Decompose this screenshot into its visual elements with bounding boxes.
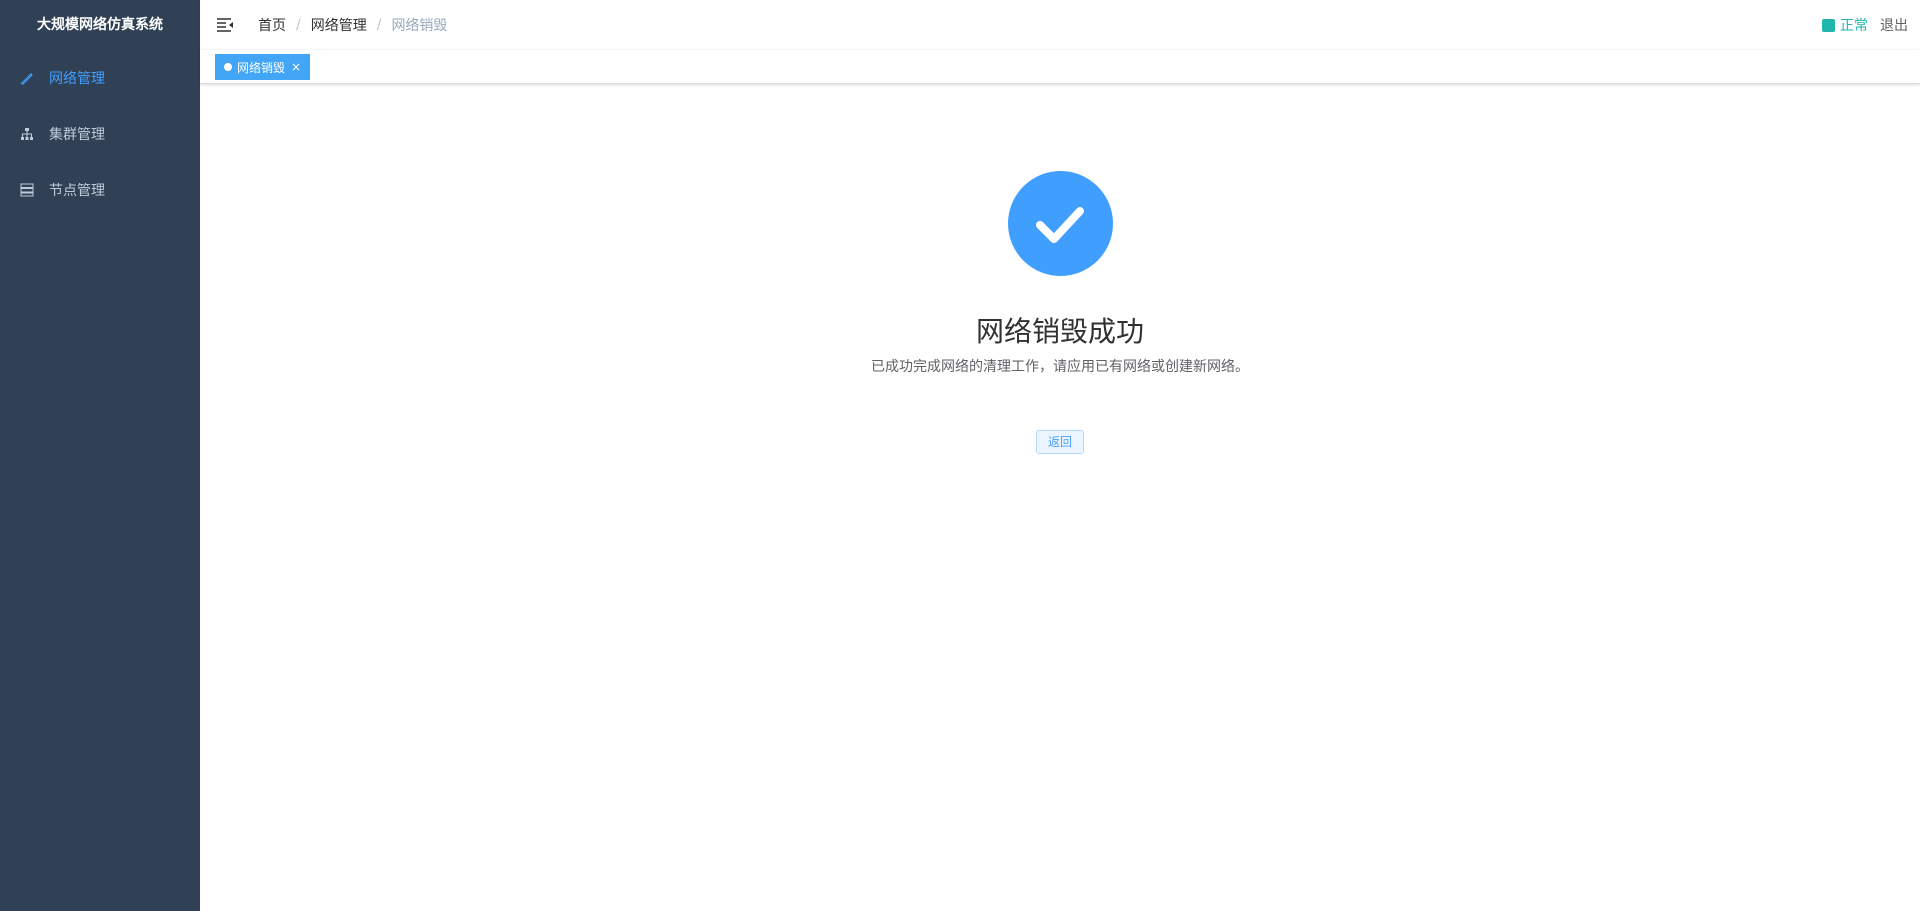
breadcrumb-home[interactable]: 首页 bbox=[258, 15, 286, 35]
pen-icon bbox=[20, 71, 34, 85]
sidebar: 大规模网络仿真系统 网络管理 集群管理 节点管理 bbox=[0, 0, 200, 911]
tag-network-destroy[interactable]: 网络销毁 × bbox=[215, 54, 311, 80]
close-icon[interactable]: × bbox=[291, 61, 301, 73]
sidebar-item-network[interactable]: 网络管理 bbox=[0, 50, 200, 106]
tag-label: 网络销毁 bbox=[237, 60, 286, 75]
server-icon bbox=[20, 183, 34, 197]
result-title: 网络销毁成功 bbox=[975, 315, 1144, 348]
tree-icon bbox=[20, 127, 34, 141]
check-circle-icon bbox=[1007, 171, 1113, 276]
result-subtitle: 已成功完成网络的清理工作，请应用已有网络或创建新网络。 bbox=[871, 359, 1249, 375]
sidebar-item-label: 网络管理 bbox=[49, 71, 105, 87]
sidebar-item-cluster[interactable]: 集群管理 bbox=[0, 106, 200, 162]
breadcrumb-separator: / bbox=[376, 17, 382, 33]
breadcrumb: 首页 / 网络管理 / 网络销毁 bbox=[258, 0, 447, 50]
back-button[interactable]: 返回 bbox=[1035, 430, 1084, 454]
status-indicator-icon bbox=[1822, 18, 1835, 32]
result-panel: 网络销毁成功 已成功完成网络的清理工作，请应用已有网络或创建新网络。 返回 bbox=[200, 171, 1920, 454]
sidebar-item-label: 集群管理 bbox=[49, 127, 105, 143]
breadcrumb-separator: / bbox=[296, 17, 301, 33]
logout-button[interactable]: 退出 bbox=[1880, 15, 1908, 35]
sidebar-item-node[interactable]: 节点管理 bbox=[0, 162, 200, 218]
hamburger-icon[interactable] bbox=[216, 17, 234, 33]
tags-view: 网络销毁 × bbox=[200, 50, 1920, 84]
sidebar-item-label: 节点管理 bbox=[49, 183, 105, 199]
breadcrumb-network[interactable]: 网络管理 bbox=[311, 15, 367, 35]
right-menu: 正常 退出 bbox=[1822, 0, 1908, 50]
app-title: 大规模网络仿真系统 bbox=[37, 17, 163, 33]
navbar: 首页 / 网络管理 / 网络销毁 正常 退出 bbox=[200, 0, 1920, 50]
main-content: 网络销毁成功 已成功完成网络的清理工作，请应用已有网络或创建新网络。 返回 bbox=[200, 85, 1920, 911]
tag-active-dot bbox=[224, 63, 232, 71]
breadcrumb-current: 网络销毁 bbox=[391, 18, 448, 34]
status-text: 正常 bbox=[1840, 18, 1868, 34]
